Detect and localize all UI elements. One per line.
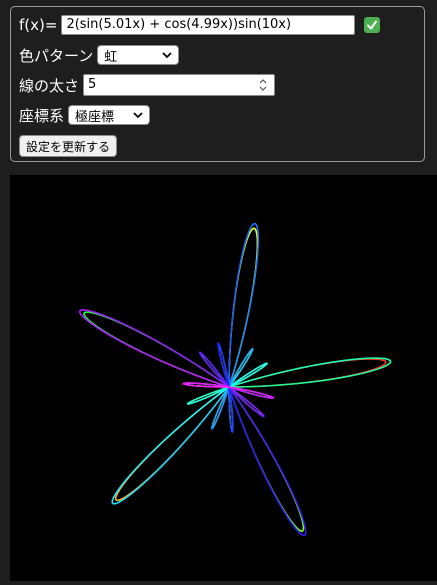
color-pattern-row: 色パターン 虹 (19, 42, 179, 68)
coordinate-label: 座標系 (19, 105, 64, 126)
update-settings-button[interactable]: 設定を更新する (19, 135, 117, 157)
color-pattern-label: 色パターン (19, 45, 93, 66)
spinner-arrows-icon[interactable] (258, 76, 268, 94)
line-width-input[interactable]: 5 (83, 74, 275, 96)
line-width-label: 線の太さ (19, 75, 79, 96)
function-label: f(x)= (19, 16, 57, 34)
chevron-down-icon (133, 108, 143, 123)
settings-panel: f(x)= 2(sin(5.01x) + cos(4.99x))sin(10x)… (10, 6, 425, 162)
plot-area (10, 175, 437, 581)
color-pattern-value: 虹 (104, 46, 117, 65)
chevron-down-icon (162, 48, 172, 63)
coordinate-select[interactable]: 極座標 (68, 105, 150, 125)
line-width-row: 線の太さ 5 (19, 72, 275, 98)
line-width-value: 5 (88, 77, 96, 92)
function-row: f(x)= 2(sin(5.01x) + cos(4.99x))sin(10x) (19, 12, 380, 38)
color-pattern-select[interactable]: 虹 (97, 45, 179, 65)
update-row: 設定を更新する (19, 133, 117, 159)
coordinate-row: 座標系 極座標 (19, 102, 150, 128)
polar-plot (10, 175, 437, 581)
function-input[interactable]: 2(sin(5.01x) + cos(4.99x))sin(10x) (61, 15, 355, 35)
coordinate-value: 極座標 (75, 106, 114, 125)
check-mark-icon (364, 17, 380, 33)
